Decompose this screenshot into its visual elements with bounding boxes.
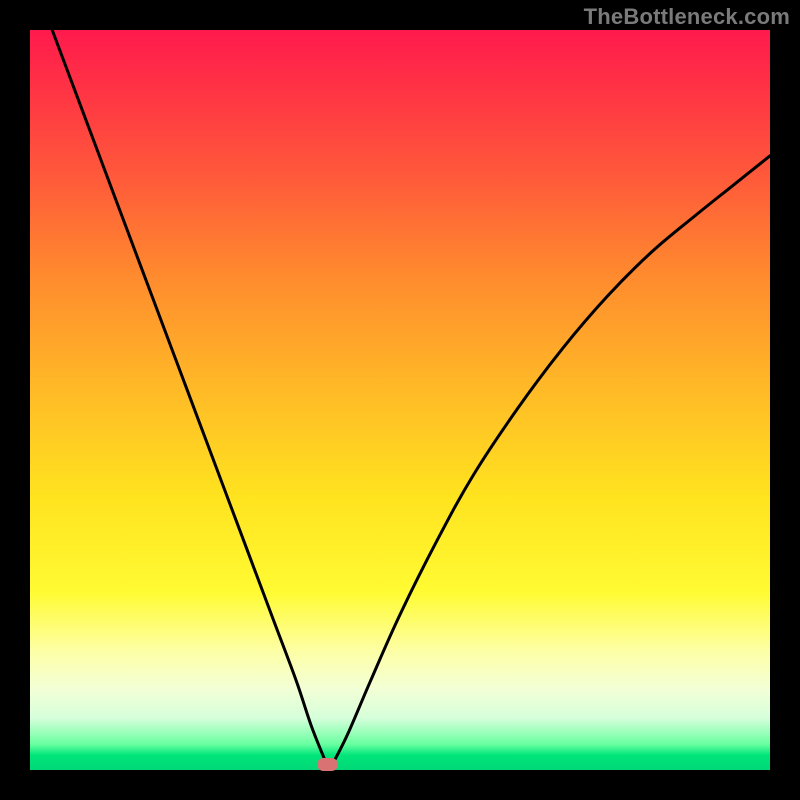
plot-area — [30, 30, 770, 770]
optimum-marker — [317, 758, 338, 771]
bottleneck-curve-path — [30, 30, 770, 770]
watermark-label: TheBottleneck.com — [584, 4, 790, 30]
chart-container: TheBottleneck.com — [0, 0, 800, 800]
curve-svg — [30, 30, 770, 770]
